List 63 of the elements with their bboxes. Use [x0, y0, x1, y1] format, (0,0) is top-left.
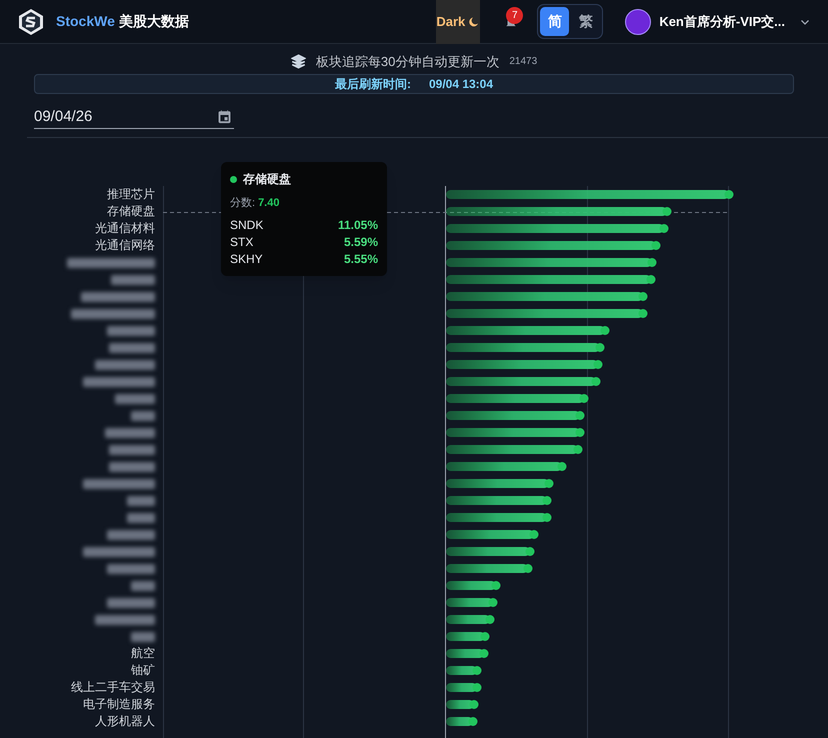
- category-label: 人形机器人: [95, 713, 155, 730]
- score-label: 分数:: [230, 196, 256, 211]
- blurred-label: [83, 546, 155, 556]
- bar: [446, 632, 490, 641]
- bar: [446, 683, 482, 692]
- blurred-label: [107, 326, 155, 336]
- stock-symbol: SKHY: [230, 251, 263, 268]
- category-label: 推理芯片: [107, 186, 155, 203]
- bar: [446, 717, 478, 726]
- stock-change: 5.59%: [344, 234, 378, 251]
- blurred-label: [109, 462, 155, 472]
- stock-change: 11.05%: [338, 217, 378, 234]
- stock-symbol: STX: [230, 234, 254, 251]
- category-label: 电子制造服务: [83, 696, 155, 713]
- date-field[interactable]: 09/04/26: [34, 106, 217, 128]
- blurred-label: [95, 614, 155, 624]
- blurred-label: [105, 428, 155, 438]
- blurred-label: [107, 564, 155, 574]
- language-option[interactable]: 简: [540, 7, 570, 36]
- bar: [446, 615, 494, 624]
- blurred-label: [127, 496, 155, 506]
- bar: [446, 666, 482, 675]
- blurred-label: [131, 410, 155, 420]
- blurred-label: [107, 530, 155, 540]
- blurred-label: [131, 632, 155, 642]
- app-title: StockWe 美股大数据: [56, 12, 189, 31]
- blurred-label: [109, 444, 155, 454]
- score-value: 7.40: [258, 196, 280, 211]
- tooltip-title: 存储硬盘: [243, 171, 291, 188]
- avatar: [625, 8, 652, 34]
- blurred-label: [83, 376, 155, 386]
- notification-badge: 7: [506, 6, 524, 24]
- refresh-label: 最后刷新时间:: [334, 76, 411, 92]
- update-note: 板块追踪每30分钟自动更新一次: [316, 53, 500, 71]
- bar: [446, 598, 498, 607]
- blurred-label: [109, 342, 155, 352]
- category-label: 光通信材料: [95, 220, 155, 237]
- language-option[interactable]: 繁: [571, 7, 600, 36]
- blurred-label: [95, 360, 155, 370]
- category-label: 存储硬盘: [107, 203, 155, 220]
- category-label: 航空: [131, 645, 155, 662]
- calendar-icon[interactable]: [217, 109, 232, 124]
- user-name[interactable]: Ken首席分析-VIP交...: [659, 12, 785, 32]
- stock-change: 5.55%: [344, 251, 378, 268]
- category-label: 铀矿: [131, 662, 155, 679]
- stock-symbol: SNDK: [230, 217, 264, 234]
- category-label: 线上二手车交易: [71, 679, 155, 696]
- bar: [446, 700, 478, 709]
- blurred-label: [107, 598, 155, 608]
- blurred-label: [83, 478, 155, 488]
- blurred-label: [127, 512, 155, 522]
- category-label: 光通信网络: [95, 237, 155, 254]
- bar: [446, 581, 500, 590]
- bar: [446, 649, 488, 658]
- refresh-time: 09/04 13:04: [428, 76, 494, 92]
- blurred-label: [111, 274, 155, 284]
- theme-toggle[interactable]: Dark: [436, 0, 480, 44]
- visit-count: 21473: [509, 55, 538, 70]
- blurred-label: [115, 394, 155, 404]
- blurred-label: [131, 580, 155, 590]
- logo-icon: [17, 8, 45, 36]
- moon-icon: [468, 16, 480, 28]
- layers-icon: [290, 54, 306, 70]
